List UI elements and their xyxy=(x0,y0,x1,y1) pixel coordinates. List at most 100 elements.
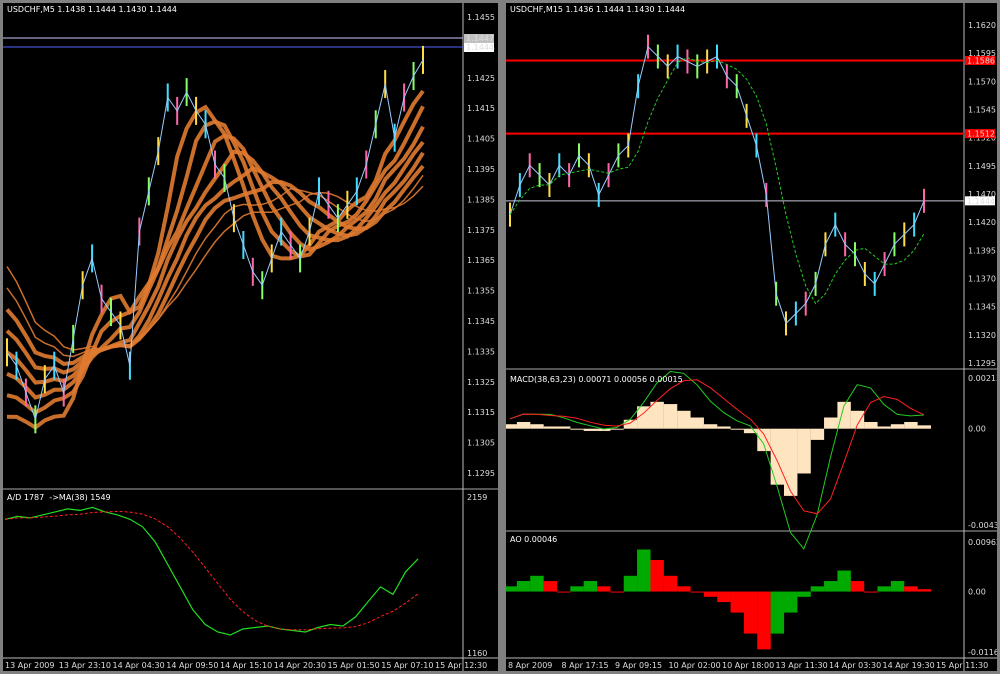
ao-histogram-bar xyxy=(810,586,825,592)
left-price-tick: 1.1385 xyxy=(467,195,495,204)
ao-label: AO 0.00046 xyxy=(510,535,558,544)
macd-histogram-bar xyxy=(516,421,531,429)
right-price-tick: 1.1320 xyxy=(968,331,996,340)
left-ohlc: 1.1438 1.1444 1.1430 1.1444 xyxy=(57,5,177,14)
right-price-tick: 1.1545 xyxy=(968,106,996,115)
ao-bottom-tick: -0.01169 xyxy=(968,648,997,657)
right-price-badge-label: 1.1512 xyxy=(967,130,995,139)
right-header: USDCHF,M15 1.1436 1.1444 1.1430 1.1444 xyxy=(510,5,685,14)
macd-zero-tick: 0.00 xyxy=(968,425,986,434)
ao-histogram-bar xyxy=(650,560,664,592)
right-price-badge-label: 1.1444 xyxy=(967,197,995,206)
right-price-tick: 1.1495 xyxy=(968,162,996,171)
macd-histogram-bar xyxy=(824,417,838,429)
ao-histogram-bar xyxy=(583,581,598,592)
ao-histogram-bar xyxy=(890,581,905,592)
left-price-badge-label: 1.1447 xyxy=(466,34,494,43)
left-time-tick: 15 Apr 01:50 xyxy=(328,661,380,670)
macd-histogram-bar xyxy=(890,424,905,429)
right-time-tick: 15 Apr 11:30 xyxy=(936,661,988,670)
macd-label: MACD(38,63,23) 0.00071 0.00056 0.00015 xyxy=(510,375,683,384)
ao-histogram-bar xyxy=(663,575,678,592)
left-price-tick: 1.1415 xyxy=(467,104,495,113)
macd-histogram-bar xyxy=(650,401,664,429)
left-ad-line xyxy=(4,506,419,636)
ao-histogram-bar xyxy=(917,589,931,592)
right-time-tick: 13 Apr 11:30 xyxy=(776,661,828,670)
right-time-tick: 8 Apr 2009 xyxy=(508,661,552,670)
right-time-tick: 14 Apr 03:30 xyxy=(829,661,881,670)
right-time-tick: 10 Apr 18:00 xyxy=(722,661,774,670)
left-time-tick: 13 Apr 23:10 xyxy=(59,661,111,670)
macd-histogram-bar xyxy=(904,421,918,429)
macd-histogram-bar xyxy=(810,428,825,440)
left-chart-window[interactable]: 1.14551.14351.14251.14151.14051.13951.13… xyxy=(3,3,498,671)
ao-histogram-bar xyxy=(610,591,624,593)
left-symbol: USDCHF,M5 xyxy=(7,5,55,14)
left-price-tick: 1.1315 xyxy=(467,408,495,417)
macd-histogram-bar xyxy=(637,406,651,429)
right-ma-line xyxy=(509,56,925,305)
ao-histogram-bar xyxy=(717,591,731,603)
ao-histogram-bar xyxy=(506,586,517,592)
left-price-line xyxy=(6,59,424,422)
left-ribbon-line xyxy=(5,151,425,375)
ao-histogram-bar xyxy=(864,591,878,593)
macd-histogram-bar xyxy=(570,428,584,430)
macd-signal-line xyxy=(509,379,925,515)
left-ad-ma-line xyxy=(4,510,419,631)
left-price-tick: 1.1405 xyxy=(467,135,495,144)
left-price-tick: 1.1365 xyxy=(467,256,495,265)
macd-bottom-tick: -0.0043 xyxy=(968,521,997,530)
ao-histogram-bar xyxy=(757,591,771,650)
ao-histogram-bar xyxy=(904,586,918,592)
macd-histogram-bar xyxy=(663,404,678,429)
right-price-tick: 1.1345 xyxy=(968,303,996,312)
ao-histogram-bar xyxy=(850,581,865,592)
ao-histogram-bar xyxy=(623,575,638,592)
ao-histogram-bar xyxy=(877,586,891,592)
ao-histogram-bar xyxy=(783,591,798,613)
right-price-tick: 1.1395 xyxy=(968,246,996,255)
macd-main-line xyxy=(509,370,925,550)
left-time-tick: 14 Apr 15:10 xyxy=(220,661,272,670)
ao-histogram-bar xyxy=(543,581,558,592)
macd-histogram-bar xyxy=(556,426,571,429)
left-price-tick: 1.1295 xyxy=(467,469,495,478)
left-price-tick: 1.1395 xyxy=(467,165,495,174)
right-price-tick: 1.1570 xyxy=(968,77,996,86)
macd-histogram-bar xyxy=(770,428,785,485)
left-price-tick: 1.1345 xyxy=(467,317,495,326)
ao-histogram-bar xyxy=(570,586,584,592)
left-price-tick: 1.1325 xyxy=(467,378,495,387)
left-time-tick: 14 Apr 20:30 xyxy=(274,661,326,670)
right-price-tick: 1.1295 xyxy=(968,359,996,368)
ao-histogram-bar xyxy=(516,581,531,592)
macd-histogram-bar xyxy=(797,428,811,474)
ao-histogram-bar xyxy=(837,570,851,592)
left-time-tick: 14 Apr 04:30 xyxy=(113,661,165,670)
left-ad-ma-label: ->MA(38) 1549 xyxy=(49,493,111,502)
macd-histogram-bar xyxy=(850,410,865,429)
left-price-tick: 1.1305 xyxy=(467,439,495,448)
ao-histogram-bar xyxy=(703,591,718,597)
macd-histogram-bar xyxy=(610,428,624,430)
right-chart-svg: 1.16201.15951.15701.15451.15201.14951.14… xyxy=(506,3,997,671)
left-price-tick: 1.1375 xyxy=(467,226,495,235)
macd-histogram-bar xyxy=(917,425,931,429)
left-price-tick: 1.1335 xyxy=(467,347,495,356)
left-price-tick: 1.1455 xyxy=(467,13,495,22)
ao-histogram-bar xyxy=(597,586,611,592)
left-time-tick: 15 Apr 12:30 xyxy=(435,661,487,670)
macd-histogram-bar xyxy=(690,417,704,429)
macd-histogram-bar xyxy=(757,428,771,452)
ao-histogram-bar xyxy=(556,591,571,593)
left-ad-bottom-tick: 1160 xyxy=(467,649,487,658)
left-price-badge-label: 1.1444 xyxy=(466,43,494,52)
macd-histogram-bar xyxy=(717,426,731,429)
left-price-tick: 1.1355 xyxy=(467,287,495,296)
macd-histogram-bar xyxy=(877,426,891,429)
right-macd-header: MACD(38,63,23) 0.00071 0.00056 0.00015 xyxy=(510,375,683,384)
macd-histogram-bar xyxy=(703,424,718,429)
right-chart-window[interactable]: 1.1620 1.1595 1.1570 1.1545 1.1520 1.1495 1.14… xyxy=(506,3,997,671)
